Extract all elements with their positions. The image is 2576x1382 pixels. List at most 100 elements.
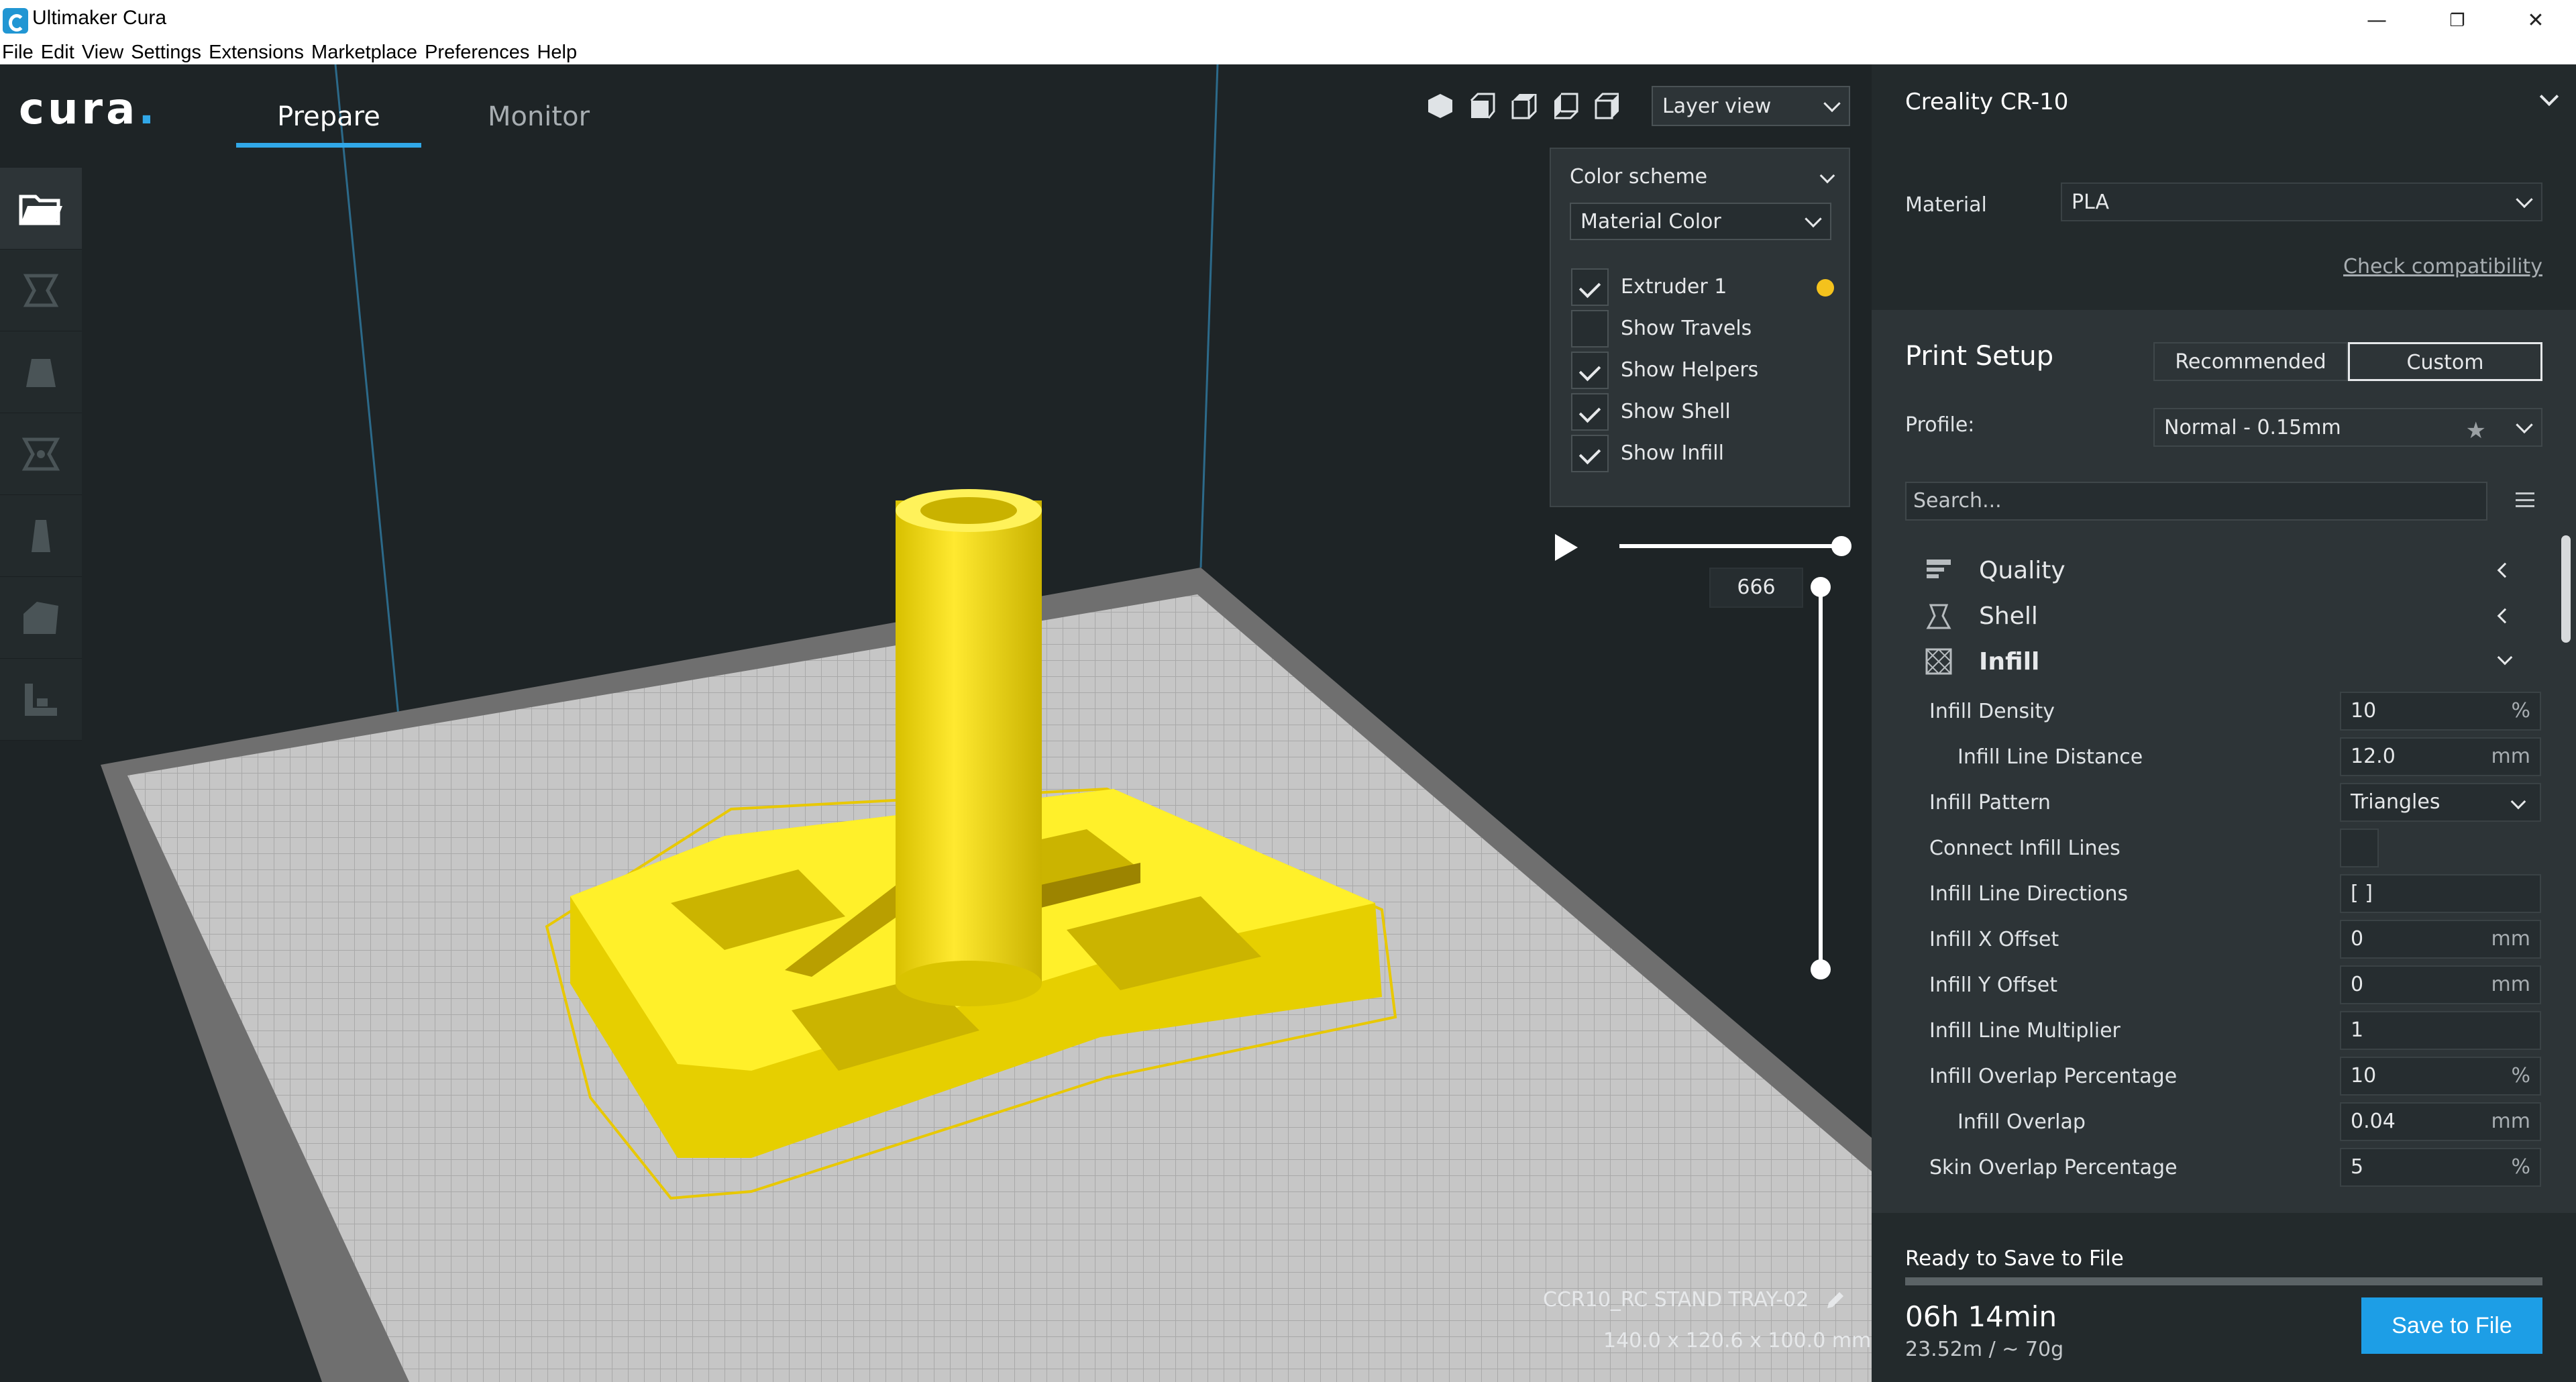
setting-value: 10 xyxy=(2351,699,2377,723)
close-button[interactable]: ✕ xyxy=(2512,4,2559,38)
recommended-button[interactable]: Recommended xyxy=(2153,342,2348,381)
infill-icon xyxy=(1925,648,1952,675)
custom-button[interactable]: Custom xyxy=(2348,342,2542,381)
option-label: Extruder 1 xyxy=(1621,275,1727,299)
setting-unit: mm xyxy=(2491,927,2530,951)
color-scheme-dropdown[interactable]: Material Color xyxy=(1570,203,1831,240)
menu-extensions[interactable]: Extensions xyxy=(209,40,304,64)
setting-input[interactable]: 0 mm xyxy=(2340,920,2541,959)
3d-view-icon[interactable] xyxy=(1426,91,1455,121)
settings-scrollbar[interactable] xyxy=(2561,535,2571,643)
option-show-travels[interactable]: Show Travels xyxy=(1571,310,1839,349)
option-show-infill[interactable]: Show Infill xyxy=(1571,435,1839,474)
tower-base xyxy=(896,961,1042,1006)
material-value: PLA xyxy=(2072,190,2110,214)
menu-preferences[interactable]: Preferences xyxy=(425,40,529,64)
minimize-button[interactable]: — xyxy=(2353,4,2400,38)
cura-app-icon xyxy=(3,8,28,34)
window-titlebar: Ultimaker Cura — ❐ ✕ xyxy=(0,0,2576,43)
scale-tool[interactable] xyxy=(0,331,82,413)
per-model-settings-tool[interactable] xyxy=(0,577,82,659)
tab-prepare[interactable]: Prepare xyxy=(236,85,421,148)
layer-slider-track[interactable] xyxy=(1819,586,1823,969)
ready-status: Ready to Save to File xyxy=(1905,1246,2124,1271)
menu-file[interactable]: File xyxy=(2,40,34,64)
support-blocker-tool[interactable] xyxy=(0,659,82,741)
top-view-icon[interactable] xyxy=(1509,91,1538,121)
star-icon[interactable]: ★ xyxy=(2466,417,2486,444)
setting-checkbox[interactable] xyxy=(2340,829,2379,867)
left-view-icon[interactable] xyxy=(1550,91,1580,121)
checkbox[interactable] xyxy=(1571,352,1609,389)
category-quality[interactable]: Quality xyxy=(1925,549,2529,589)
chevron-left-icon xyxy=(2497,608,2513,624)
layer-slider-bottom-handle[interactable] xyxy=(1811,959,1831,979)
setting-input[interactable]: 1 xyxy=(2340,1011,2541,1050)
profile-label: Profile: xyxy=(1905,413,1975,437)
material-dropdown[interactable]: PLA xyxy=(2061,182,2542,221)
pencil-icon[interactable] xyxy=(1823,1288,1847,1312)
menu-help[interactable]: Help xyxy=(537,40,577,64)
setting-input[interactable]: 0.04 mm xyxy=(2340,1102,2541,1141)
menu-bar: File Edit View Settings Extensions Marke… xyxy=(0,40,2576,64)
menu-edit[interactable]: Edit xyxy=(41,40,74,64)
per-model-settings-icon xyxy=(23,601,58,634)
setting-input[interactable]: 5% xyxy=(2340,1148,2541,1187)
front-view-icon[interactable] xyxy=(1467,91,1497,121)
menu-view[interactable]: View xyxy=(82,40,123,64)
chevron-down-icon xyxy=(2539,87,2559,107)
view-mode-dropdown[interactable]: Layer view xyxy=(1652,86,1850,126)
chevron-down-icon[interactable] xyxy=(1819,168,1835,184)
check-compatibility-link[interactable]: Check compatibility xyxy=(2343,255,2542,278)
right-sidebar: Creality CR-10 Material PLA Check compat… xyxy=(1872,64,2576,1382)
printer-selector[interactable]: Creality CR-10 xyxy=(1872,64,2576,129)
menu-marketplace[interactable]: Marketplace xyxy=(311,40,417,64)
menu-settings[interactable]: Settings xyxy=(131,40,201,64)
setting-dropdown[interactable]: Triangles xyxy=(2340,783,2541,822)
setting-value: 0 xyxy=(2351,973,2364,996)
chevron-down-icon xyxy=(2516,191,2533,209)
path-slider-handle[interactable] xyxy=(1831,536,1851,556)
support-blocker-icon xyxy=(25,683,57,716)
category-infill[interactable]: Infill xyxy=(1925,640,2529,680)
move-tool[interactable] xyxy=(0,250,82,331)
setting-row: Infill Overlap 0.04 mm xyxy=(1872,1097,2576,1142)
setting-input[interactable]: 10% xyxy=(2340,1057,2541,1096)
right-view-icon[interactable] xyxy=(1592,91,1621,121)
setting-value: 5 xyxy=(2351,1155,2364,1179)
maximize-button[interactable]: ❐ xyxy=(2434,4,2481,38)
settings-search-input[interactable]: Search... xyxy=(1905,482,2487,521)
save-to-file-button[interactable]: Save to File xyxy=(2361,1297,2542,1354)
setting-label: Infill Line Distance xyxy=(1957,745,2143,769)
setting-input[interactable]: 10% xyxy=(2340,692,2541,731)
play-icon[interactable] xyxy=(1555,534,1578,561)
printer-name: Creality CR-10 xyxy=(1905,89,2069,115)
setting-label: Infill Overlap Percentage xyxy=(1929,1065,2178,1088)
shell-icon xyxy=(1926,604,1951,629)
layer-number-input[interactable]: 666 xyxy=(1709,568,1803,608)
checkbox[interactable] xyxy=(1571,310,1609,348)
checkbox[interactable] xyxy=(1571,393,1609,431)
menu-icon[interactable] xyxy=(2516,492,2534,507)
checkbox[interactable] xyxy=(1571,435,1609,472)
setting-input[interactable]: [ ] xyxy=(2340,874,2541,913)
option-show-helpers[interactable]: Show Helpers xyxy=(1571,352,1839,390)
path-slider-track[interactable] xyxy=(1619,544,1841,548)
option-extruder-1[interactable]: Extruder 1 xyxy=(1571,268,1839,307)
category-label: Quality xyxy=(1979,557,2065,584)
open-file-button[interactable] xyxy=(0,168,82,250)
setting-label: Infill Density xyxy=(1929,700,2055,723)
category-shell[interactable]: Shell xyxy=(1925,594,2529,635)
checkbox[interactable] xyxy=(1571,268,1609,306)
setting-unit: mm xyxy=(2491,1110,2530,1133)
setting-input[interactable]: 12.0 mm xyxy=(2340,737,2541,776)
tower-hole xyxy=(920,497,1017,524)
profile-dropdown[interactable]: Normal - 0.15mm ★ xyxy=(2153,408,2542,447)
option-show-shell[interactable]: Show Shell xyxy=(1571,393,1839,432)
setting-input[interactable]: 0 mm xyxy=(2340,965,2541,1004)
mirror-tool[interactable] xyxy=(0,495,82,577)
tab-monitor[interactable]: Monitor xyxy=(456,85,621,144)
layer-slider-top-handle[interactable] xyxy=(1811,577,1831,597)
rotate-tool[interactable] xyxy=(0,413,82,495)
setting-row: Infill X Offset 0 mm xyxy=(1872,914,2576,960)
